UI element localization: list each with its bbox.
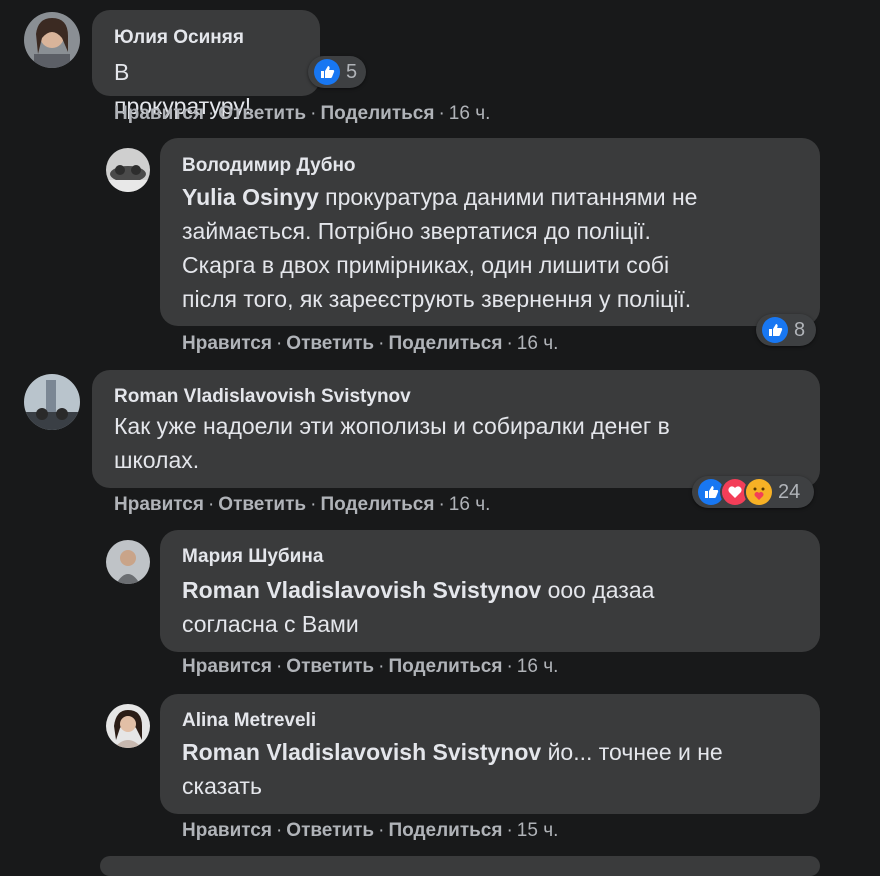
avatar[interactable] xyxy=(106,704,150,748)
share-link[interactable]: Поделиться xyxy=(388,820,502,841)
comment-author[interactable]: Roman Vladislavovish Svistynov xyxy=(114,386,411,408)
comment-author[interactable]: Володимир Дубно xyxy=(182,155,356,177)
comment-actions: Нравится · Ответить · Поделиться · 16 ч. xyxy=(114,103,491,124)
comment-text: Yulia Osinyy прокуратура даними питанням… xyxy=(182,184,698,312)
avatar[interactable] xyxy=(24,12,80,68)
avatar[interactable] xyxy=(106,540,150,584)
reply-link[interactable]: Ответить xyxy=(218,494,306,515)
reaction-count: 24 xyxy=(778,480,801,503)
reaction-summary[interactable]: 5 xyxy=(308,56,366,88)
reply-link[interactable]: Ответить xyxy=(286,820,374,841)
timestamp[interactable]: 16 ч. xyxy=(449,494,491,515)
reaction-count: 5 xyxy=(346,60,358,83)
mention-link[interactable]: Roman Vladislavovish Svistynov xyxy=(182,577,541,603)
like-link[interactable]: Нравится xyxy=(182,820,272,841)
timestamp[interactable]: 16 ч. xyxy=(517,656,559,677)
like-link[interactable]: Нравится xyxy=(182,333,272,354)
like-link[interactable]: Нравится xyxy=(114,103,204,124)
timestamp[interactable]: 15 ч. xyxy=(517,820,559,841)
comment-text: Roman Vladislavovish Svistynov ооо дазаа… xyxy=(182,577,655,637)
care-icon xyxy=(744,477,774,507)
comment-actions: Нравится · Ответить · Поделиться · 16 ч. xyxy=(182,333,559,354)
like-link[interactable]: Нравится xyxy=(114,494,204,515)
comment-text: Как уже надоели эти жополизы и собиралки… xyxy=(114,413,670,473)
like-link[interactable]: Нравится xyxy=(182,656,272,677)
comment-text: Roman Vladislavovish Svistynov йо... точ… xyxy=(182,739,723,799)
mention-link[interactable]: Yulia Osinyy xyxy=(182,184,319,210)
comment-actions: Нравится · Ответить · Поделиться · 16 ч. xyxy=(182,656,559,677)
reply-link[interactable]: Ответить xyxy=(218,103,306,124)
comment-author[interactable]: Юлия Осиняя xyxy=(114,27,244,49)
avatar[interactable] xyxy=(24,374,80,430)
reaction-count: 8 xyxy=(794,318,806,341)
share-link[interactable]: Поделиться xyxy=(388,333,502,354)
share-link[interactable]: Поделиться xyxy=(320,103,434,124)
reply-link[interactable]: Ответить xyxy=(286,333,374,354)
timestamp[interactable]: 16 ч. xyxy=(517,333,559,354)
timestamp[interactable]: 16 ч. xyxy=(449,103,491,124)
next-comment-bubble xyxy=(100,856,820,876)
avatar[interactable] xyxy=(106,148,150,192)
comment-actions: Нравится · Ответить · Поделиться · 16 ч. xyxy=(114,494,491,515)
reaction-summary[interactable]: 8 xyxy=(756,314,816,346)
comment-author[interactable]: Alina Metreveli xyxy=(182,710,316,732)
comment-author[interactable]: Мария Шубина xyxy=(182,546,323,568)
like-icon xyxy=(312,57,342,87)
like-icon xyxy=(760,315,790,345)
reply-link[interactable]: Ответить xyxy=(286,656,374,677)
reaction-summary[interactable]: 24 xyxy=(692,476,814,508)
share-link[interactable]: Поделиться xyxy=(388,656,502,677)
mention-link[interactable]: Roman Vladislavovish Svistynov xyxy=(182,739,541,765)
comment-actions: Нравится · Ответить · Поделиться · 15 ч. xyxy=(182,820,559,841)
share-link[interactable]: Поделиться xyxy=(320,494,434,515)
